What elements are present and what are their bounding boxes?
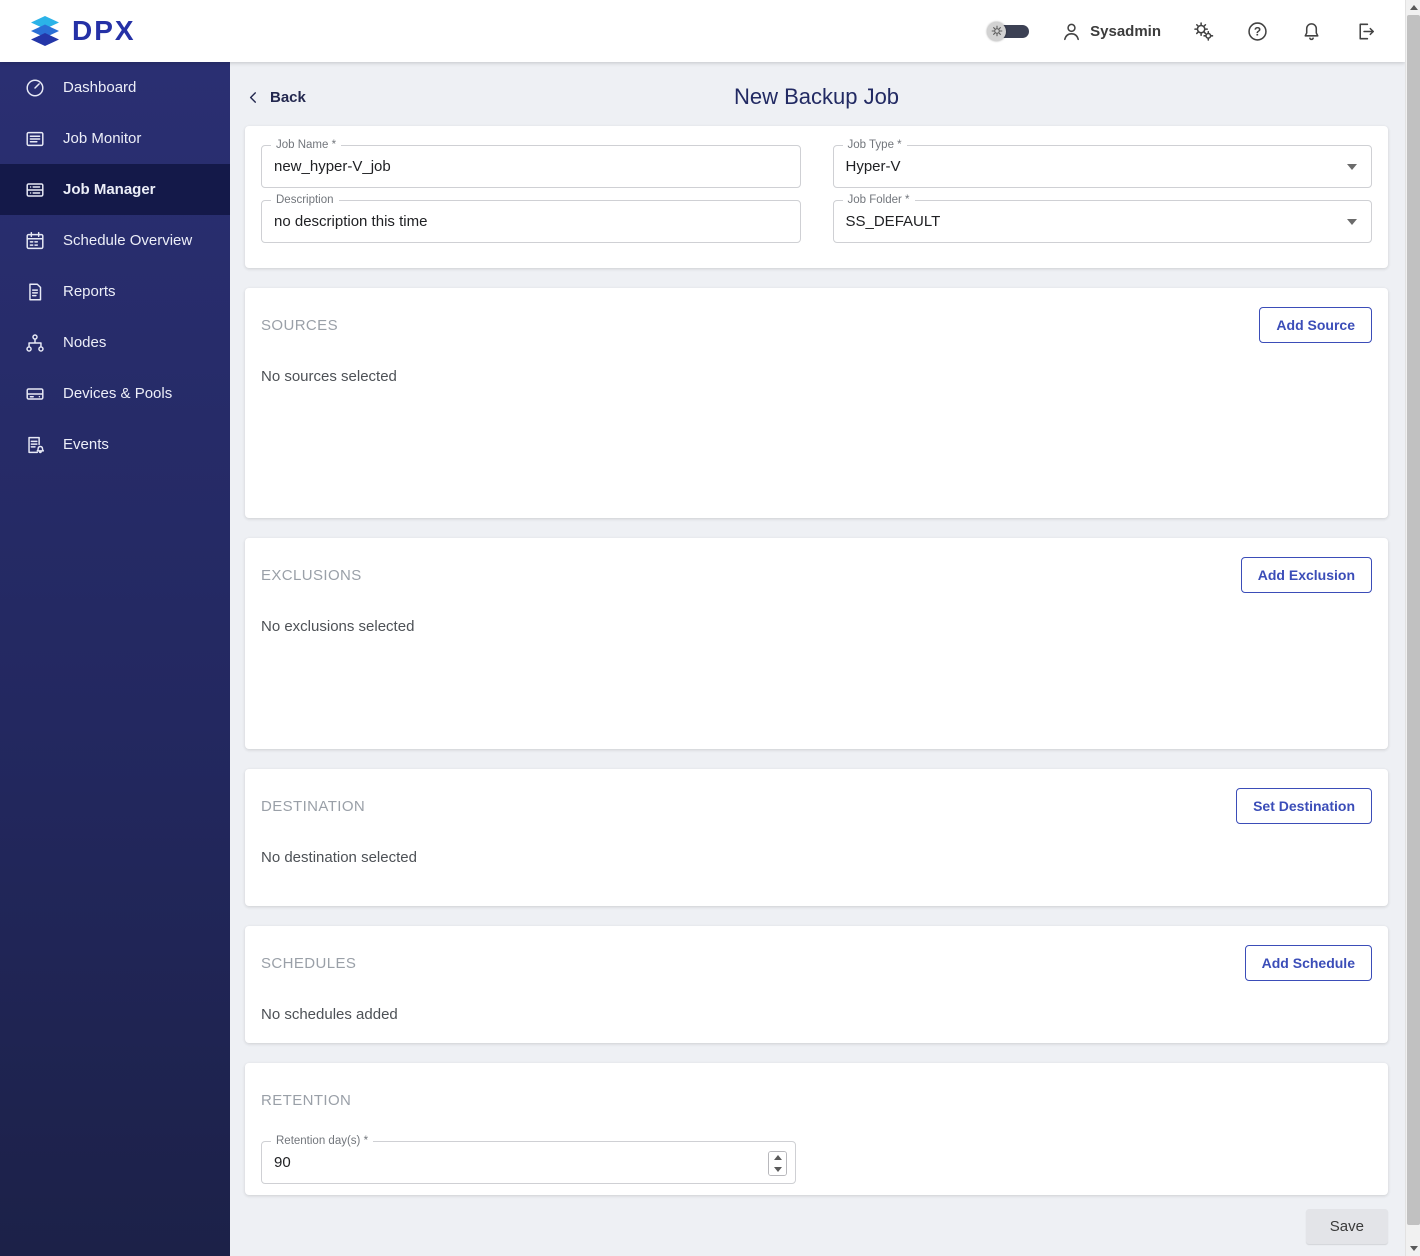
sidebar-item-label: Events xyxy=(63,436,109,453)
job-name-label: Job Name * xyxy=(271,139,342,152)
sidebar-item-events[interactable]: Events xyxy=(0,419,230,470)
user-name: Sysadmin xyxy=(1090,22,1161,40)
sources-title: SOURCES xyxy=(261,316,338,334)
retention-days-label: Retention day(s) * xyxy=(271,1135,374,1148)
main-content: Back New Backup Job Job Name * Job Type … xyxy=(230,62,1405,1256)
retention-days-field: Retention day(s) * xyxy=(261,1135,796,1184)
exclusions-empty-text: No exclusions selected xyxy=(261,618,415,635)
sidebar-item-label: Schedule Overview xyxy=(63,232,193,249)
destination-empty-text: No destination selected xyxy=(261,849,417,866)
header-actions: Sysadmin ? xyxy=(987,19,1377,43)
page-header: Back New Backup Job xyxy=(245,78,1388,116)
user-menu[interactable]: Sysadmin xyxy=(1059,19,1161,43)
chevron-down-icon xyxy=(1347,219,1357,225)
scroll-down-icon[interactable] xyxy=(1406,1241,1420,1256)
devices-icon xyxy=(26,387,44,400)
dpx-logo-icon xyxy=(31,16,59,46)
stepper-up-icon[interactable] xyxy=(769,1152,786,1164)
sources-card: SOURCES Add Source No sources selected xyxy=(245,288,1388,518)
sidebar-item-job-manager[interactable]: Job Manager xyxy=(0,164,230,215)
dpx-logo[interactable]: DPX xyxy=(28,15,136,47)
retention-card: RETENTION Retention day(s) * xyxy=(245,1063,1388,1195)
job-folder-label: Job Folder * xyxy=(842,194,915,207)
logo-text: DPX xyxy=(72,15,136,46)
job-monitor-icon xyxy=(26,131,44,146)
help-icon[interactable]: ? xyxy=(1245,19,1269,43)
reports-icon xyxy=(29,282,42,301)
chevron-down-icon xyxy=(1347,164,1357,170)
sources-head: SOURCES Add Source xyxy=(261,306,1372,344)
sidebar-item-schedule-overview[interactable]: Schedule Overview xyxy=(0,215,230,266)
exclusions-head: EXCLUSIONS Add Exclusion xyxy=(261,556,1372,594)
exclusions-title: EXCLUSIONS xyxy=(261,566,362,584)
schedules-title: SCHEDULES xyxy=(261,954,357,972)
schedules-empty-text: No schedules added xyxy=(261,1006,398,1023)
sidebar-item-dashboard[interactable]: Dashboard xyxy=(0,62,230,113)
job-details-card: Job Name * Job Type * Hyper-V Descriptio… xyxy=(245,126,1388,268)
vertical-scrollbar[interactable] xyxy=(1405,0,1420,1256)
sidebar-item-label: Dashboard xyxy=(63,79,137,96)
description-label: Description xyxy=(271,194,339,207)
job-details-form: Job Name * Job Type * Hyper-V Descriptio… xyxy=(261,139,1372,243)
job-type-select[interactable]: Job Type * Hyper-V xyxy=(832,139,1372,188)
scroll-up-icon[interactable] xyxy=(1406,0,1420,15)
retention-title: RETENTION xyxy=(261,1091,352,1109)
sidebar: Dashboard Job Monitor Job Manager Schedu… xyxy=(0,62,230,1256)
sidebar-item-job-monitor[interactable]: Job Monitor xyxy=(0,113,230,164)
sidebar-item-label: Reports xyxy=(63,283,116,300)
sidebar-item-label: Job Manager xyxy=(63,181,156,198)
destination-title: DESTINATION xyxy=(261,797,366,815)
description-field: Description xyxy=(261,194,801,243)
add-exclusion-button[interactable]: Add Exclusion xyxy=(1240,557,1372,593)
save-row: Save xyxy=(245,1209,1388,1244)
number-stepper xyxy=(768,1151,787,1176)
destination-card: DESTINATION Set Destination No destinati… xyxy=(245,769,1388,906)
sidebar-item-nodes[interactable]: Nodes xyxy=(0,317,230,368)
user-icon xyxy=(1059,19,1083,43)
job-folder-value: SS_DEFAULT xyxy=(845,213,941,230)
sidebar-item-reports[interactable]: Reports xyxy=(0,266,230,317)
system-settings-icon[interactable] xyxy=(1191,19,1215,43)
job-folder-select[interactable]: Job Folder * SS_DEFAULT xyxy=(832,194,1372,243)
job-name-input[interactable] xyxy=(262,146,800,187)
set-destination-button[interactable]: Set Destination xyxy=(1236,788,1372,824)
sidebar-item-label: Job Monitor xyxy=(63,130,142,147)
sidebar-item-label: Devices & Pools xyxy=(63,385,173,402)
add-schedule-button[interactable]: Add Schedule xyxy=(1244,945,1372,981)
toggle-knob-gear-icon xyxy=(987,21,1007,41)
save-button[interactable]: Save xyxy=(1305,1209,1388,1244)
schedules-head: SCHEDULES Add Schedule xyxy=(261,944,1372,982)
exclusions-card: EXCLUSIONS Add Exclusion No exclusions s… xyxy=(245,538,1388,749)
theme-toggle[interactable] xyxy=(987,21,1030,41)
retention-head: RETENTION xyxy=(261,1081,1372,1119)
svg-text:?: ? xyxy=(1253,24,1260,38)
description-input[interactable] xyxy=(262,201,800,242)
sidebar-item-devices-pools[interactable]: Devices & Pools xyxy=(0,368,230,419)
retention-days-input[interactable] xyxy=(262,1142,795,1183)
sidebar-item-label: Nodes xyxy=(63,334,107,351)
job-name-field: Job Name * xyxy=(261,139,801,188)
schedule-icon xyxy=(26,231,44,249)
stepper-down-icon[interactable] xyxy=(769,1163,786,1175)
logout-icon[interactable] xyxy=(1353,19,1377,43)
scrollbar-thumb[interactable] xyxy=(1407,15,1420,1225)
schedules-card: SCHEDULES Add Schedule No schedules adde… xyxy=(245,926,1388,1043)
destination-head: DESTINATION Set Destination xyxy=(261,787,1372,825)
add-source-button[interactable]: Add Source xyxy=(1259,307,1372,343)
events-icon xyxy=(28,436,45,453)
top-header: DPX Sysadmin ? xyxy=(0,0,1405,62)
app-window: DPX Sysadmin ? Dashboard Job Monitor Job… xyxy=(0,0,1420,1256)
job-manager-icon xyxy=(26,182,44,197)
dashboard-icon xyxy=(26,78,44,97)
nodes-icon xyxy=(26,333,44,352)
job-type-value: Hyper-V xyxy=(845,158,901,175)
job-type-label: Job Type * xyxy=(842,139,907,152)
sources-empty-text: No sources selected xyxy=(261,368,397,385)
page-title: New Backup Job xyxy=(733,84,900,109)
notifications-bell-icon[interactable] xyxy=(1299,19,1323,43)
